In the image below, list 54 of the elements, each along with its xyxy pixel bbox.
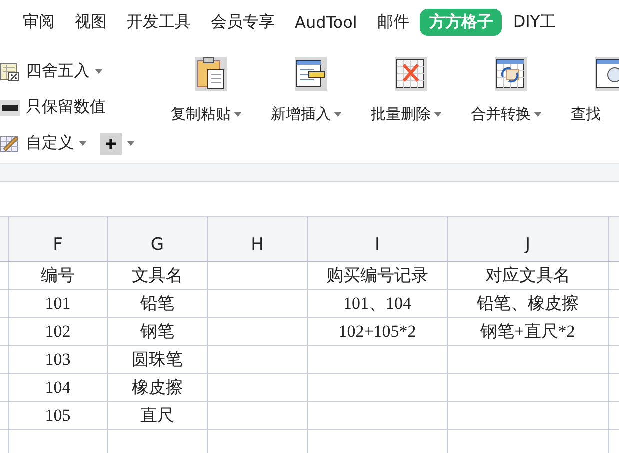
menu-tab[interactable]: 邮件 — [368, 9, 418, 36]
ribbon-button[interactable]: 新增插入 — [261, 45, 361, 163]
menu-tab[interactable]: 开发工具 — [118, 9, 200, 36]
table-cell: 101 — [9, 290, 108, 318]
table-cell: 橡皮擦 — [108, 374, 208, 402]
table-insert-icon — [295, 57, 327, 91]
table-cell — [0, 402, 9, 430]
ribbon-button[interactable]: 查找 — [561, 45, 619, 163]
column-header[interactable]: I — [308, 217, 448, 262]
table-cell: 钢笔+直尺*2 — [448, 318, 609, 346]
caret-icon[interactable] — [95, 69, 103, 74]
table-delete-icon — [395, 57, 427, 91]
ribbon-button[interactable]: 自定义 — [0, 133, 74, 154]
ribbon-button[interactable]: 只保留数值 — [0, 97, 106, 118]
pencil-grid-icon — [0, 134, 20, 154]
column-header[interactable]: F — [9, 217, 108, 262]
table-cell — [0, 318, 9, 346]
table-cell: 钢笔 — [108, 318, 208, 346]
column-header[interactable]: J — [448, 217, 609, 262]
plus-icon — [105, 138, 117, 150]
table-cell: 直尺 — [108, 402, 208, 430]
table-swap-icon — [495, 57, 527, 91]
table-cell: 102+105*2 — [308, 318, 448, 346]
column-header[interactable]: H — [208, 217, 308, 262]
table-cell: 编号 — [9, 262, 108, 290]
add-button[interactable] — [100, 132, 122, 154]
table-cell: 101、104 — [308, 290, 448, 318]
column-header[interactable]: G — [108, 217, 208, 262]
ribbon-button[interactable]: 四舍五入 — [0, 61, 90, 82]
table-cell: 102 — [9, 318, 108, 346]
table-cell — [0, 346, 9, 374]
table-cell — [0, 290, 9, 318]
table-cell: 对应文具名 — [448, 262, 609, 290]
menu-tab[interactable]: 审阅 — [14, 9, 64, 36]
table-cell: 103 — [9, 346, 108, 374]
menu-tab[interactable]: AudTool — [286, 10, 366, 35]
table-cell: 文具名 — [108, 262, 208, 290]
menu-tab[interactable]: DIY工 — [504, 9, 566, 36]
ribbon-button[interactable]: 复制粘贴 — [161, 45, 261, 163]
table-cell — [0, 374, 9, 402]
ribbon-button[interactable]: 批量删除 — [361, 45, 461, 163]
menu-tab[interactable]: 视图 — [66, 9, 116, 36]
clipboard-icon — [195, 57, 227, 91]
caret-icon[interactable] — [127, 141, 135, 146]
table-cell: 105 — [9, 402, 108, 430]
table-cell — [0, 262, 9, 290]
table-cell: 圆珠笔 — [108, 346, 208, 374]
ribbon-button[interactable]: 合并转换 — [461, 45, 561, 163]
menu-tab[interactable]: 会员专享 — [202, 9, 284, 36]
caret-icon[interactable] — [79, 141, 87, 146]
table-cell: 铅笔 — [108, 290, 208, 318]
table-cell: 104 — [9, 374, 108, 402]
table-cell: 购买编号记录 — [308, 262, 448, 290]
table-cell: 铅笔、橡皮擦 — [448, 290, 609, 318]
